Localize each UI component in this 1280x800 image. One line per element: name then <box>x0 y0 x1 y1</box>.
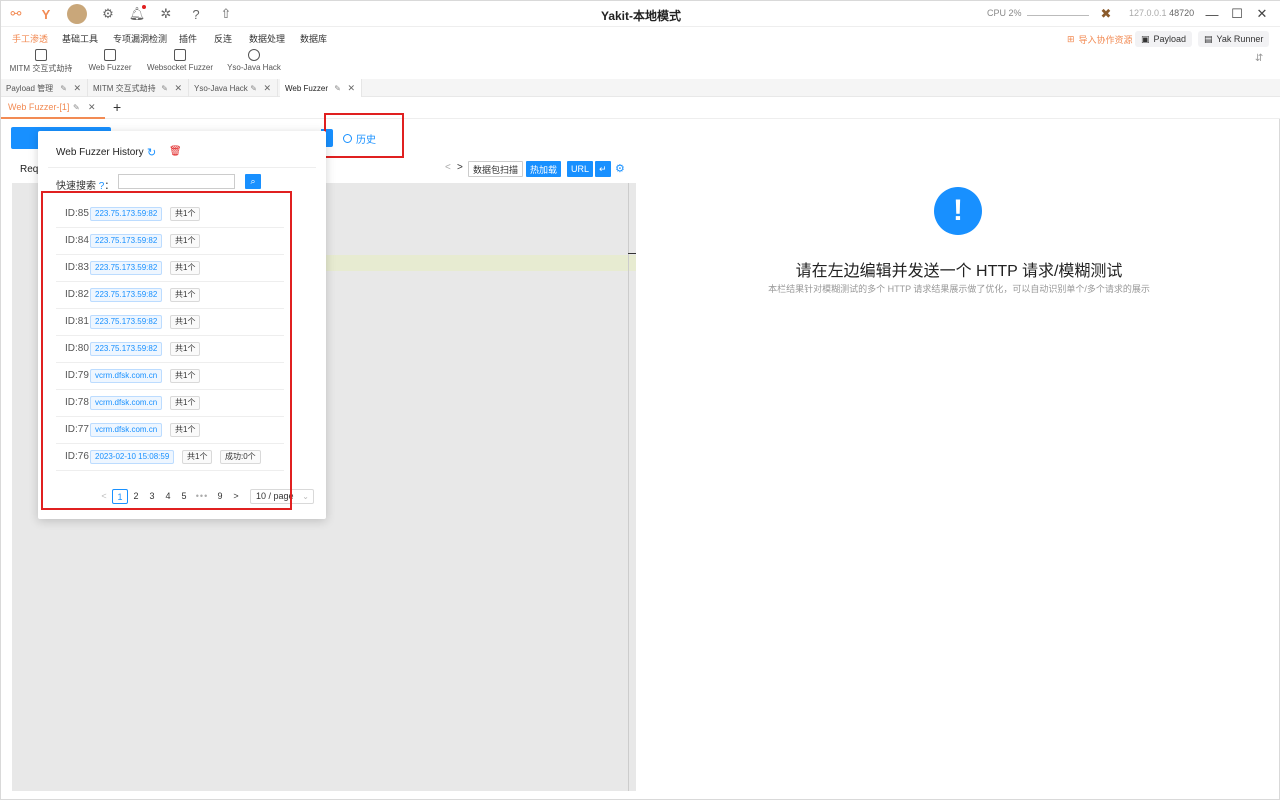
tab-mitm[interactable]: MITM 交互式劫持 ✎ ✕ <box>88 79 189 97</box>
websocket-icon <box>174 49 186 61</box>
cpu-graph <box>1027 15 1089 16</box>
help-icon[interactable]: ? <box>187 5 205 23</box>
cpu-usage: CPU 2% <box>987 8 1022 18</box>
java-icon <box>248 49 260 61</box>
menu-plugins[interactable]: 插件 <box>179 32 197 45</box>
menu-reverse[interactable]: 反连 <box>214 32 232 45</box>
maximize-icon[interactable]: ☐ <box>1228 5 1246 23</box>
minimize-icon[interactable]: — <box>1203 5 1221 23</box>
yak-runner-button[interactable]: ▤ Yak Runner <box>1198 31 1270 47</box>
subtool-web-fuzzer-label: Web Fuzzer <box>88 63 132 72</box>
subtab-web-fuzzer-1[interactable]: Web Fuzzer-[1] ✎ ✕ <box>1 97 105 119</box>
subtool-mitm-label: MITM 交互式劫持 <box>9 64 73 73</box>
main-tabs: Payload 管理 ✎ ✕ MITM 交互式劫持 ✎ ✕ Yso-Java Hack ✎… <box>1 79 1280 97</box>
payload-label: Payload <box>1153 34 1187 44</box>
terminal-icon: ▤ <box>1204 33 1213 44</box>
menu-manual-pentest[interactable]: 手工渗透 <box>12 32 48 45</box>
payload-button[interactable]: ▣ Payload <box>1135 31 1193 47</box>
rocket-icon[interactable]: ⇧ <box>217 5 235 23</box>
subtool-yso-java-label: Yso-Java Hack <box>227 63 281 72</box>
import-resources-button[interactable]: ⊞ 导入协作资源 <box>1061 31 1139 47</box>
tab-web-fuzzer[interactable]: Web Fuzzer ✎ ✕ <box>280 79 362 97</box>
chevron-down-icon: ⌄ <box>302 491 309 501</box>
refresh-icon[interactable]: ↻ <box>147 146 156 159</box>
menu-basic-tools[interactable]: 基础工具 <box>62 32 98 45</box>
import-icon: ⊞ <box>1067 33 1075 44</box>
menu-database[interactable]: 数据库 <box>300 32 327 45</box>
search-input[interactable] <box>118 174 235 189</box>
title-bar: ⚯ Y ⚙ 🔔︎ ✲ ? ⇧ Yakit-本地模式 CPU 2% ✖ 127.0… <box>1 1 1280 27</box>
subtool-yso-java[interactable]: Yso-Java Hack <box>214 49 294 72</box>
url-button[interactable]: URL <box>567 161 594 177</box>
next-arrow-icon[interactable]: > <box>457 162 463 173</box>
import-resources-label: 导入协作资源 <box>1078 34 1133 45</box>
web-fuzzer-icon <box>104 49 116 61</box>
close-tab-icon[interactable]: ✕ <box>73 83 81 94</box>
editor-cursor <box>628 253 636 254</box>
tab-label: Yso-Java Hack <box>194 83 248 93</box>
search-icon: ⌕ <box>250 176 256 186</box>
close-icon[interactable]: ✕ <box>1253 5 1271 23</box>
tab-payload-manage[interactable]: Payload 管理 ✎ ✕ <box>1 79 88 97</box>
empty-state-title: 请在左边编辑并发送一个 HTTP 请求/模糊测试 <box>795 263 1123 280</box>
subtool-mitm[interactable]: MITM 交互式劫持 <box>1 49 81 74</box>
prev-arrow-icon[interactable]: < <box>445 162 451 173</box>
close-tab-icon[interactable]: ✕ <box>174 83 182 94</box>
add-tab-button[interactable]: + <box>113 99 121 115</box>
engine-status-icon[interactable]: ✖ <box>1097 5 1115 23</box>
search-button[interactable]: ⌕ <box>245 174 261 189</box>
tab-yso-java[interactable]: Yso-Java Hack ✎ ✕ <box>189 79 278 97</box>
app-window: ⚯ Y ⚙ 🔔︎ ✲ ? ⇧ Yakit-本地模式 CPU 2% ✖ 127.0… <box>0 0 1280 800</box>
delete-icon[interactable]: 🗑︎ <box>169 146 182 157</box>
editor-line-highlight <box>325 255 636 271</box>
avatar[interactable] <box>67 4 87 24</box>
subtool-websocket-fuzzer[interactable]: Websocket Fuzzer <box>140 49 220 72</box>
yak-runner-label: Yak Runner <box>1216 34 1264 44</box>
subtab-label: Web Fuzzer-[1] <box>8 102 70 112</box>
menu-data-processing[interactable]: 数据处理 <box>249 32 285 45</box>
enter-button[interactable]: ↵ <box>595 161 611 177</box>
history-title: Web Fuzzer History <box>56 147 144 158</box>
settings-icon[interactable]: ⚙ <box>615 162 625 175</box>
menu-vuln-detection[interactable]: 专项漏洞检测 <box>113 32 167 45</box>
yakit-logo-icon[interactable]: Y <box>37 5 55 23</box>
tab-label: Payload 管理 <box>6 83 54 93</box>
editor-scrollbar[interactable] <box>628 183 629 791</box>
highlight-history-box <box>324 113 404 158</box>
tab-label: MITM 交互式劫持 <box>93 83 156 93</box>
mitm-icon <box>35 49 47 61</box>
info-icon: ! <box>934 187 982 235</box>
edit-icon[interactable]: ✎ <box>334 84 341 93</box>
close-tab-icon[interactable]: ✕ <box>347 83 355 94</box>
edit-icon[interactable]: ✎ <box>250 84 257 93</box>
sub-tabs: Web Fuzzer-[1] ✎ ✕ + <box>1 97 1280 119</box>
bug-icon[interactable]: ✲ <box>157 5 175 23</box>
edit-icon[interactable]: ✎ <box>161 84 168 93</box>
menu-bar: 手工渗透 基础工具 专项漏洞检测 插件 反连 数据处理 数据库 MITM 交互式… <box>1 27 1280 79</box>
divider <box>48 167 316 168</box>
engine-ip: 127.0.0.1 <box>1129 8 1167 18</box>
packet-scan-button[interactable]: 数据包扫描 <box>468 161 524 177</box>
notification-dot <box>142 5 146 9</box>
engine-address: 127.0.0.1 48720 <box>1129 8 1194 18</box>
engine-port: 48720 <box>1169 8 1195 18</box>
subtool-web-fuzzer[interactable]: Web Fuzzer <box>70 49 150 72</box>
highlight-history-list-box <box>41 191 292 510</box>
close-tab-icon[interactable]: ✕ <box>263 83 271 94</box>
close-tab-icon[interactable]: ✕ <box>88 102 96 113</box>
edit-icon[interactable]: ✎ <box>60 84 67 93</box>
payload-icon: ▣ <box>1141 33 1150 44</box>
edit-icon[interactable]: ✎ <box>73 103 80 112</box>
collapse-icon[interactable]: ⇵ <box>1255 53 1263 64</box>
link-icon[interactable]: ⚯ <box>7 5 25 23</box>
hotload-button[interactable]: 热加载 <box>526 161 562 177</box>
empty-state-subtitle: 本栏结果针对模糊测试的多个 HTTP 请求结果展示做了优化，可以自动识别单个/多… <box>768 284 1150 294</box>
search-label: 快速搜索 ?： <box>56 177 114 192</box>
tab-label: Web Fuzzer <box>285 83 328 93</box>
subtool-websocket-label: Websocket Fuzzer <box>146 63 214 72</box>
gear-icon[interactable]: ⚙ <box>99 5 117 23</box>
